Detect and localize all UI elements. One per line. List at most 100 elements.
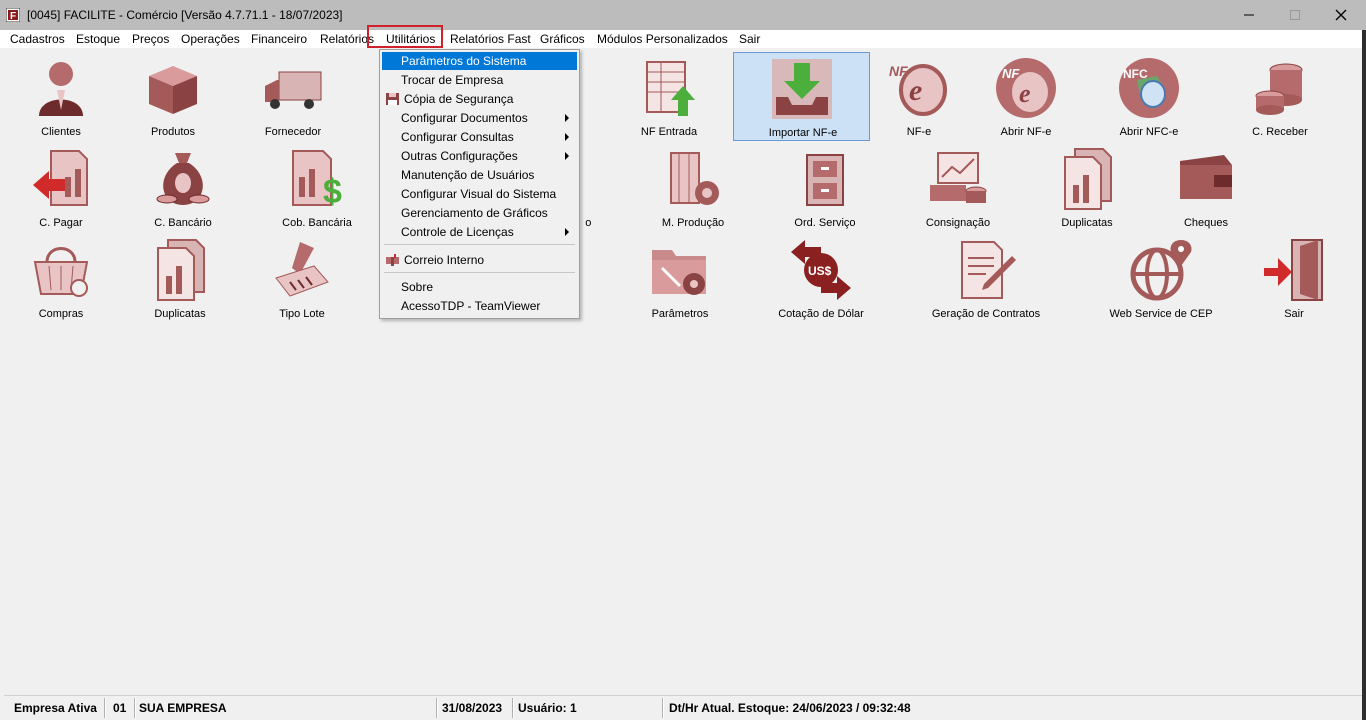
menu-item-copia-seguranca[interactable]: Cópia de Segurança [382,90,577,108]
status-estoque-panel: Dt/Hr Atual. Estoque: 24/06/2023 / 09:32… [664,696,1354,720]
menu-item-configurar-consultas[interactable]: Configurar Consultas [382,128,577,146]
menu-item-outras-configuracoes[interactable]: Outras Configurações [382,147,577,165]
icon-label: Ord. Serviço [794,217,856,229]
shortcut-tipo-lote[interactable]: Tipo Lote [247,234,357,320]
icon-label: Geração de Contratos [931,308,1041,320]
shortcut-duplicatas-1[interactable]: Duplicatas [1032,143,1142,229]
submenu-arrow-icon [565,133,569,141]
close-button[interactable] [1318,0,1364,30]
shortcut-cheques[interactable]: Cheques [1151,143,1261,229]
menu-item-label: Configurar Consultas [401,130,514,144]
shortcut-abrir-nfce[interactable]: NFC Abrir NFC-e [1094,52,1204,138]
nfce-icon: NFC [1119,58,1179,118]
menu-item-label: Controle de Licenças [401,225,514,239]
mailbox-icon [386,254,399,266]
menu-item-label: Correio Interno [404,253,485,267]
status-bar: Empresa Ativa 01 SUA EMPRESA 31/08/2023 … [4,695,1362,720]
svg-text:US$: US$ [808,264,832,278]
menu-graficos[interactable]: Gráficos [540,32,585,46]
menu-financeiro[interactable]: Financeiro [251,32,307,46]
svg-text:NF: NF [1002,66,1020,81]
menu-item-configurar-visual[interactable]: Configurar Visual do Sistema [382,185,577,203]
shortcut-c-pagar[interactable]: C. Pagar [6,143,116,229]
shortcut-cob-bancaria[interactable]: $ Cob. Bancária [262,143,372,229]
menu-item-label: Parâmetros do Sistema [401,54,527,68]
icon-label: Abrir NF-e [1000,126,1052,138]
chart-money-icon [930,152,987,203]
menu-relatorios[interactable]: Relatórios [320,32,374,46]
menu-item-sobre[interactable]: Sobre [382,278,577,296]
shortcut-compras[interactable]: Compras [6,234,116,320]
tray-download-icon [772,59,832,119]
shortcut-duplicatas-2[interactable]: Duplicatas [125,234,235,320]
shortcut-abrir-nfe[interactable]: e NF Abrir NF-e [971,52,1081,138]
menu-item-acesso-tdp[interactable]: AcessoTDP - TeamViewer [382,297,577,315]
floppy-disk-icon [386,93,399,105]
menu-item-gerenciamento-graficos[interactable]: Gerenciamento de Gráficos [382,204,577,222]
menu-modulos-personalizados[interactable]: Módulos Personalizados [597,32,728,46]
menu-item-configurar-documentos[interactable]: Configurar Documentos [382,109,577,127]
shortcut-m-producao[interactable]: M. Produção [638,143,748,229]
document-arrow-left-icon [33,150,88,206]
nfe-icon: e NF [889,63,947,116]
shortcut-cotacao-dolar[interactable]: US$ Cotação de Dólar [766,234,876,320]
close-icon [1335,9,1347,21]
menu-item-label: AcessoTDP - TeamViewer [401,299,541,313]
menu-bar: Cadastros Estoque Preços Operações Finan… [0,30,1366,48]
app-logo-icon: F [6,8,20,22]
title-bar[interactable]: F [0045] FACILITE - Comércio [Versão 4.7… [0,0,1366,30]
maximize-button[interactable] [1272,0,1318,30]
menu-item-manutencao-usuarios[interactable]: Manutenção de Usuários [382,166,577,184]
shortcut-web-service-cep[interactable]: Web Service de CEP [1106,234,1216,320]
shortcut-ord-servico[interactable]: Ord. Serviço [770,143,880,229]
shortcut-geracao-contratos[interactable]: Geração de Contratos [931,234,1041,320]
svg-text:NFC: NFC [1123,67,1148,81]
window-title: [0045] FACILITE - Comércio [Versão 4.7.7… [27,8,343,22]
shortcut-clientes[interactable]: Clientes [6,52,116,138]
svg-text:e: e [1019,79,1031,108]
shortcut-produtos[interactable]: Produtos [118,52,228,138]
shortcut-c-receber[interactable]: C. Receber [1225,52,1335,138]
app-window: F [0045] FACILITE - Comércio [Versão 4.7… [0,0,1366,720]
menu-item-label: Manutenção de Usuários [401,168,535,182]
menu-sair[interactable]: Sair [739,32,760,46]
icon-label: Cheques [1183,217,1229,229]
icon-label: Sair [1284,308,1304,320]
barcode-scanner-icon [275,242,329,297]
menu-item-trocar-empresa[interactable]: Trocar de Empresa [382,71,577,89]
menu-relatorios-fast[interactable]: Relatórios Fast [450,32,531,46]
shortcut-parametros[interactable]: Parâmetros [625,234,735,320]
menu-item-label: Configurar Visual do Sistema [401,187,557,201]
truck-icon [265,71,322,109]
minimize-button[interactable] [1226,0,1272,30]
menu-item-correio-interno[interactable]: Correio Interno [382,251,577,269]
status-empresa-code-panel: 01 [106,696,134,720]
contract-pen-icon [961,241,1016,299]
shortcut-consignacao[interactable]: Consignação [903,143,1013,229]
icon-label: C. Bancário [154,217,212,229]
icon-label: Produtos [150,126,196,138]
coins-icon [1255,63,1303,115]
menu-item-label: Gerenciamento de Gráficos [401,206,548,220]
shortcut-fornecedor[interactable]: Fornecedor [238,52,348,138]
exit-door-icon [1264,239,1323,301]
icon-label: M. Produção [661,217,725,229]
basket-icon [33,247,89,297]
shortcut-sair[interactable]: Sair [1239,234,1349,320]
menu-estoque[interactable]: Estoque [76,32,120,46]
menu-precos[interactable]: Preços [132,32,169,46]
status-usuario: Usuário: 1 [518,701,577,715]
shortcut-nf-entrada[interactable]: NF Entrada [614,52,724,138]
window-frame-right [1362,30,1366,720]
document-dollar-icon: $ [292,150,342,211]
menu-item-parametros-sistema[interactable]: Parâmetros do Sistema [382,52,577,70]
menu-operacoes[interactable]: Operações [181,32,240,46]
status-usuario-panel: Usuário: 1 [514,696,662,720]
menu-item-label: Trocar de Empresa [401,73,504,87]
menu-item-controle-licencas[interactable]: Controle de Licenças [382,223,577,241]
icon-label: NF Entrada [640,126,698,138]
menu-cadastros[interactable]: Cadastros [10,32,65,46]
svg-text:e: e [909,74,922,107]
nfe-open-icon: e NF [996,58,1056,118]
shortcut-c-bancario[interactable]: C. Bancário [128,143,238,229]
